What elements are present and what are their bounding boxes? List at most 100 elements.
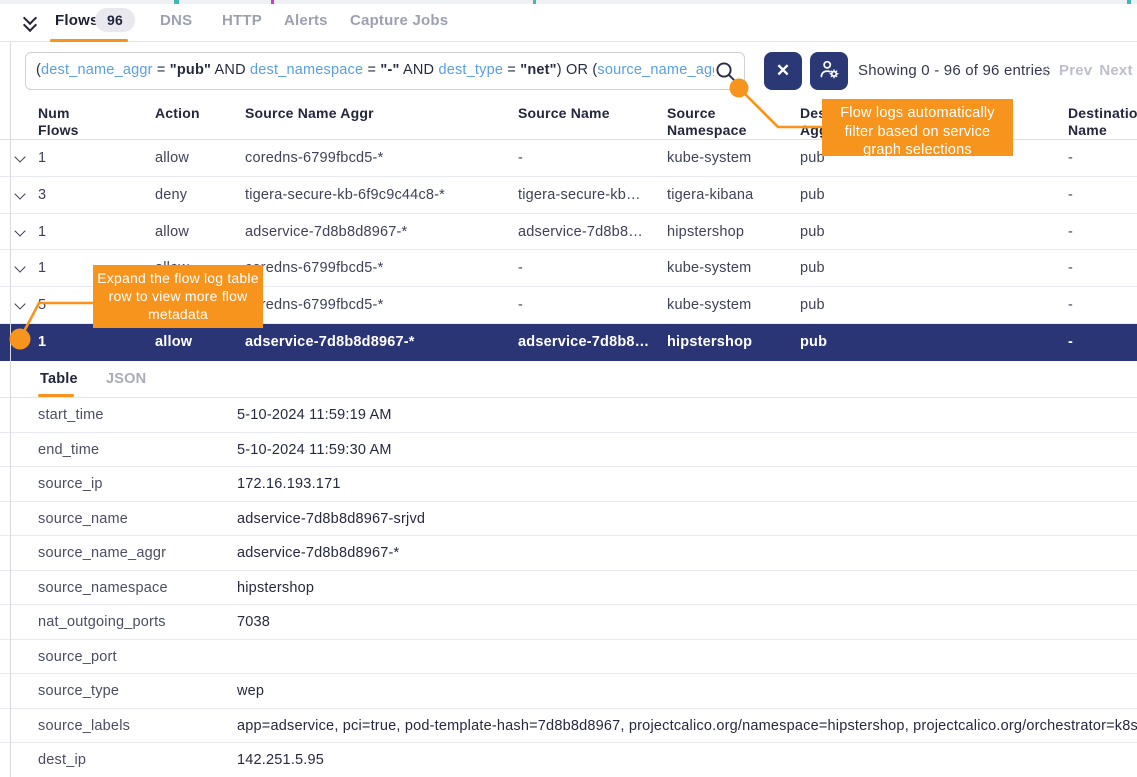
search-icon[interactable]: [714, 60, 738, 89]
column-header-source-name-aggr[interactable]: Source Name Aggr: [245, 105, 500, 122]
flow-cell: -: [1068, 187, 1137, 203]
column-header-source-namespace[interactable]: Source Namespace: [667, 105, 771, 139]
expand-row-chevron-icon[interactable]: [14, 225, 25, 236]
detail-key: source_ip: [38, 476, 103, 492]
detail-row: source_labels app=adservice, pci=true, po…: [0, 709, 1137, 744]
tab-dns[interactable]: DNS: [160, 12, 192, 29]
detail-row: source_port: [0, 640, 1137, 675]
detail-value: 142.251.5.95: [237, 752, 324, 768]
query-field: source_name_aggr: [597, 62, 714, 78]
detail-value: hipstershop: [237, 580, 314, 596]
detail-key: source_labels: [38, 718, 130, 734]
detail-key: source_type: [38, 683, 119, 699]
flow-cell: deny: [155, 187, 235, 203]
expand-row-chevron-icon[interactable]: [14, 299, 25, 310]
flow-cell: tigera-kibana: [667, 187, 771, 203]
detail-row: source_namespace hipstershop: [0, 571, 1137, 606]
detail-key: dest_ip: [38, 752, 86, 768]
detail-value: app=adservice, pci=true, pod-template-ha…: [237, 718, 1137, 734]
flow-cell: coredns-6799fbcd5-*: [245, 297, 500, 313]
column-header-action[interactable]: Action: [155, 105, 235, 122]
detail-key: start_time: [38, 407, 104, 423]
column-header-num-flows[interactable]: Num Flows: [38, 105, 102, 139]
active-tab-underline: [50, 39, 128, 42]
flow-cell: allow: [155, 224, 235, 240]
expand-row-chevron-icon[interactable]: [14, 151, 25, 162]
query-operator: AND: [400, 62, 439, 78]
flows-count-badge: 96: [95, 8, 135, 32]
flow-cell: 3: [38, 187, 102, 203]
detail-value: 5-10-2024 11:59:19 AM: [237, 407, 392, 423]
detail-row: source_name_aggradservice-7d8b8d8967-*: [0, 536, 1137, 571]
detail-key: end_time: [38, 442, 99, 458]
expand-row-chevron-icon[interactable]: [14, 262, 25, 273]
clear-icon: ✕: [776, 61, 790, 80]
query-operator: =: [363, 62, 380, 78]
flow-cell: coredns-6799fbcd5-*: [245, 150, 500, 166]
flow-cell: pub: [800, 260, 896, 276]
detail-row: start_time 5-10-2024 11:59:19 AM: [0, 398, 1137, 433]
flow-logs-panel: Flows 96 DNS HTTP Alerts Capture Jobs (d…: [0, 0, 1137, 777]
detail-key: source_port: [38, 649, 117, 665]
next-button[interactable]: Next: [1099, 62, 1132, 79]
flow-row-selected[interactable]: 1allowadservice-7d8b8d8967-*adservice-7d…: [0, 324, 1137, 361]
flow-cell: tigera-secure-kb…: [518, 187, 656, 203]
prev-chevron-icon[interactable]: [1042, 65, 1053, 76]
flow-row[interactable]: 1allowadservice-7d8b8d8967-*adservice-7d…: [0, 214, 1137, 251]
flow-cell: hipstershop: [667, 224, 771, 240]
tab-bar: Flows 96 DNS HTTP Alerts Capture Jobs: [0, 4, 1137, 42]
detail-row: source_typewep: [0, 674, 1137, 709]
prev-button[interactable]: Prev: [1059, 62, 1092, 79]
detail-key: source_name_aggr: [38, 545, 166, 561]
flow-cell: 1: [38, 334, 102, 350]
query-operator: =: [503, 62, 520, 78]
query-operator: =: [153, 62, 170, 78]
flow-cell: -: [518, 260, 656, 276]
flow-cell: pub: [800, 187, 896, 203]
detail-row: nat_outgoing_ports7038: [0, 605, 1137, 640]
flow-cell: -: [1068, 224, 1137, 240]
query-field: dest_namespace: [250, 62, 363, 78]
expand-row-chevron-icon[interactable]: [14, 188, 25, 199]
flow-row[interactable]: 3 deny tigera-secure-kb-6f9c9c44c8-* tigera…: [0, 177, 1137, 214]
flow-cell: -: [518, 150, 656, 166]
flow-cell: pub: [800, 334, 896, 350]
flow-cell: adservice-7d8b8d8967-*: [245, 224, 500, 240]
query-value: "net": [520, 62, 557, 78]
flow-cell: pub: [800, 297, 896, 313]
detail-row: source_nameadservice-7d8b8d8967-srjvd: [0, 502, 1137, 537]
detail-row: end_time5-10-2024 11:59:30 AM: [0, 433, 1137, 468]
query-value: "-": [380, 62, 399, 78]
clear-filter-button[interactable]: ✕: [764, 52, 802, 90]
flow-cell: coredns-6799fbcd5-*: [245, 260, 500, 276]
query-operator: AND: [211, 62, 250, 78]
double-chevron-down-icon[interactable]: [20, 12, 42, 34]
filter-query-text: (dest_name_aggr = "pub" AND dest_namespa…: [36, 62, 714, 82]
flow-cell: adservice-7d8b8d8967-*: [245, 334, 500, 350]
tab-alerts[interactable]: Alerts: [284, 12, 328, 29]
flow-cell: kube-system: [667, 260, 771, 276]
detail-value: 172.16.193.171: [237, 476, 341, 492]
flow-cell: 1: [38, 224, 102, 240]
tab-detail-json[interactable]: JSON: [106, 371, 146, 387]
flow-cell: allow: [155, 150, 235, 166]
tab-detail-table[interactable]: Table: [40, 371, 78, 387]
flow-cell: allow: [155, 334, 235, 350]
detail-row: dest_ip 142.251.5.95: [0, 743, 1137, 777]
flow-cell: 1: [38, 150, 102, 166]
column-header-destination-name[interactable]: Destination Name: [1068, 105, 1137, 139]
flow-cell: kube-system: [667, 297, 771, 313]
flow-cell: tigera-secure-kb-6f9c9c44c8-*: [245, 187, 500, 203]
filter-query-input[interactable]: (dest_name_aggr = "pub" AND dest_namespa…: [25, 52, 745, 90]
detail-key: source_namespace: [38, 580, 168, 596]
detail-tabs: Table JSON: [0, 361, 1137, 398]
pager: Prev Next: [1044, 62, 1137, 79]
tab-http[interactable]: HTTP: [222, 12, 262, 29]
user-settings-button[interactable]: [810, 52, 848, 90]
detail-value: adservice-7d8b8d8967-srjvd: [237, 511, 425, 527]
column-header-source-name[interactable]: Source Name: [518, 105, 656, 122]
expand-row-chevron-icon[interactable]: [14, 335, 25, 346]
tab-flows[interactable]: Flows: [55, 12, 99, 29]
tab-capture-jobs[interactable]: Capture Jobs: [350, 12, 448, 29]
query-value: "pub": [170, 62, 211, 78]
